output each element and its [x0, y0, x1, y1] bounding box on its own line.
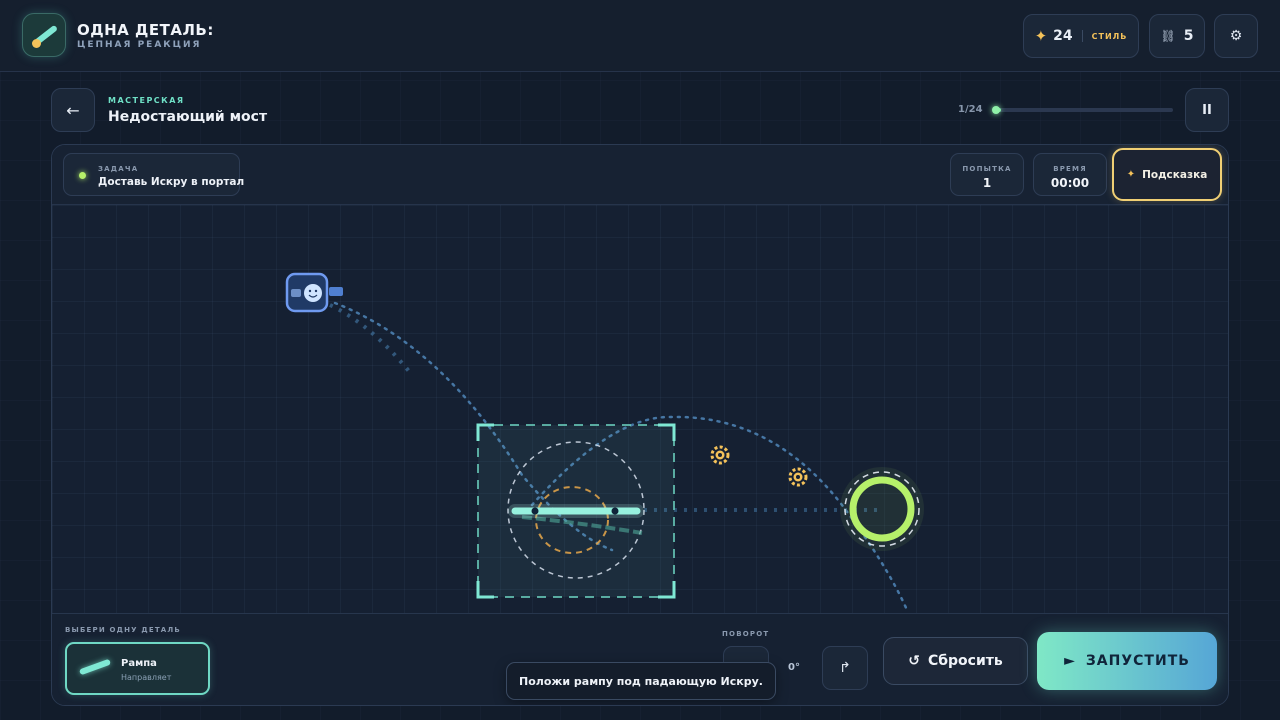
level-progress-bar [992, 106, 1173, 114]
level-title: Недостающий мост [108, 109, 268, 125]
star-icon: ✦ [1034, 27, 1048, 45]
part-description: Направляет [121, 673, 172, 682]
sparkle-icon: ✦ [1126, 169, 1136, 180]
gear-collectible [710, 445, 730, 465]
style-points-counter[interactable]: ✦ 24 СТИЛЬ [1023, 14, 1139, 58]
gear-icon: ⚙ [1229, 28, 1243, 44]
style-points-label: СТИЛЬ [1091, 31, 1128, 41]
part-name: Рампа [121, 658, 157, 669]
attempt-label: ПОПЫТКА [962, 165, 1012, 173]
rotation-value: 0° [788, 662, 800, 673]
top-bar: ОДНА ДЕТАЛЬ: ЦЕПНАЯ РЕАКЦИЯ ✦ 24 СТИЛЬ ⛓… [0, 0, 1280, 72]
attempt-counter: ПОПЫТКА 1 [950, 153, 1024, 196]
spark-launcher [329, 287, 343, 296]
reset-icon: ↺ [908, 653, 920, 669]
task-card: ЗАДАЧА Доставь Искру в портал [63, 153, 244, 196]
playfield-canvas [285, 272, 924, 612]
gear-collectible [788, 467, 808, 487]
attempt-value: 1 [982, 176, 992, 190]
time-label: ВРЕМЯ [1053, 165, 1087, 173]
task-label: ЗАДАЧА [98, 165, 139, 173]
rotate-right-button[interactable]: ↱ [822, 646, 868, 690]
ramp-pivot [531, 507, 539, 515]
run-label: ЗАПУСТИТЬ [1085, 653, 1190, 669]
rotation-label: ПОВОРОТ [722, 630, 770, 638]
play-icon: ► [1064, 653, 1076, 669]
app-subtitle: ЦЕПНАЯ РЕАКЦИЯ [77, 40, 202, 50]
level-progress-text: 1/24 [958, 104, 983, 115]
timer: ВРЕМЯ 00:00 [1033, 153, 1107, 196]
game-board: ЗАДАЧА Доставь Искру в портал ПОПЫТКА 1 … [51, 144, 1229, 706]
playfield[interactable] [52, 205, 1228, 613]
spark-trail [329, 303, 414, 377]
reset-button[interactable]: ↺ Сбросить [883, 637, 1028, 685]
parts-tray-label: ВЫБЕРИ ОДНУ ДЕТАЛЬ [65, 626, 181, 634]
arrow-left-icon: ← [66, 100, 80, 120]
run-button[interactable]: ► ЗАПУСТИТЬ [1037, 632, 1217, 690]
part-card-ramp[interactable]: Рампа Направляет [65, 642, 210, 695]
style-points-value: 24 [1053, 28, 1073, 44]
rotate-right-icon: ↱ [839, 660, 851, 676]
app-logo-icon [22, 13, 66, 57]
hint-toast: Положи рампу под падающую Искру. [506, 662, 776, 700]
board-header: ЗАДАЧА Доставь Искру в портал ПОПЫТКА 1 … [52, 145, 1228, 205]
level-progress-marker [992, 106, 1000, 114]
pause-icon: II [1202, 102, 1212, 118]
pause-button[interactable]: II [1185, 88, 1229, 132]
chain-counter[interactable]: ⛓ 5 [1149, 14, 1205, 58]
chain-icon: ⛓ [1160, 29, 1176, 43]
parts-tray: ВЫБЕРИ ОДНУ ДЕТАЛЬ Рампа Направляет ПОВО… [52, 613, 1228, 705]
divider [1081, 30, 1083, 42]
task-text: Доставь Искру в портал [98, 176, 245, 188]
hint-button[interactable]: ✦ Подсказка [1112, 148, 1222, 201]
hint-label: Подсказка [1142, 168, 1208, 181]
ramp-pivot [611, 507, 619, 515]
reset-label: Сбросить [927, 653, 1003, 669]
settings-button[interactable]: ⚙ [1214, 14, 1258, 58]
ramp-icon [78, 658, 112, 676]
back-button[interactable]: ← [51, 88, 95, 132]
time-value: 00:00 [1050, 176, 1090, 190]
app-title: ОДНА ДЕТАЛЬ: [77, 21, 214, 39]
level-category: МАСТЕРСКАЯ [108, 96, 185, 105]
chain-count-value: 5 [1183, 28, 1194, 44]
task-status-dot [79, 172, 86, 179]
